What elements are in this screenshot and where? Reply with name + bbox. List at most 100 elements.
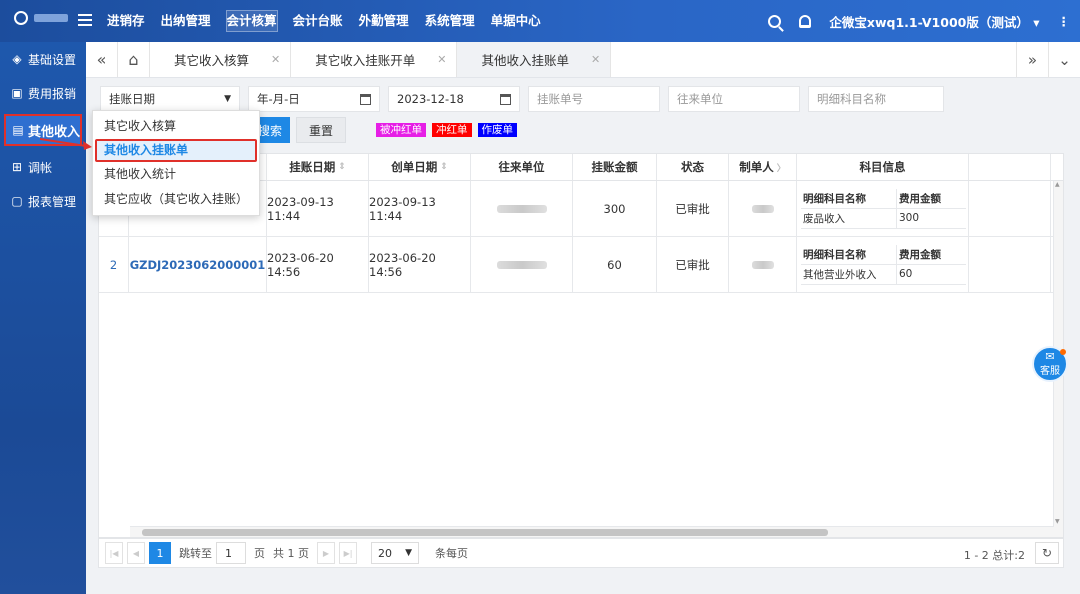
- nav-item-active[interactable]: 会计核算: [224, 0, 280, 42]
- double-chevron-right-icon[interactable]: »: [1016, 42, 1048, 78]
- doc-no-input[interactable]: 挂账单号: [528, 86, 660, 112]
- scroll-thumb[interactable]: [142, 529, 828, 536]
- tab-other-income-posting-list[interactable]: 其他收入挂账单 ✕: [457, 42, 612, 77]
- annotation-arrow-icon: [40, 138, 92, 150]
- header-amount: 挂账金额: [573, 154, 657, 180]
- total-pages: 共 1 页: [273, 547, 309, 560]
- sidebar-item-label: 其他收入: [27, 124, 80, 140]
- fee-amount: 60: [899, 268, 913, 280]
- income-icon: ▤: [12, 123, 24, 137]
- start-date-input[interactable]: 年-月-日: [248, 86, 380, 112]
- amount: 60: [573, 237, 657, 292]
- more-vertical-icon[interactable]: ⋮: [1058, 14, 1071, 29]
- nav-item[interactable]: 出纳管理: [158, 0, 214, 42]
- jump-label: 跳转至: [179, 547, 212, 560]
- jump-page-input[interactable]: 1: [216, 542, 246, 564]
- current-page[interactable]: 1: [149, 542, 171, 564]
- legend-red-offset: 冲红单: [432, 123, 472, 137]
- chevron-down-icon[interactable]: ⌄: [1048, 42, 1080, 78]
- sort-icon[interactable]: ⇕: [338, 162, 346, 172]
- notification-dot: [1060, 349, 1066, 355]
- double-chevron-left-icon[interactable]: «: [86, 42, 118, 77]
- page-size-select[interactable]: 20 ▼: [371, 542, 419, 564]
- doc-no-placeholder: 挂账单号: [537, 92, 583, 106]
- status-legend: 被冲红单 冲红单 作废单: [376, 123, 517, 137]
- table-row[interactable]: 2 GZDJ2023062000001 2023-06-20 14:56 202…: [99, 237, 1063, 293]
- dropdown-item[interactable]: 其他收入统计: [93, 162, 259, 187]
- adjust-icon: ⊞: [11, 160, 23, 174]
- nav-item[interactable]: 外勤管理: [356, 0, 412, 42]
- close-icon[interactable]: ✕: [271, 53, 280, 66]
- last-page-icon[interactable]: ▶|: [339, 542, 357, 564]
- reset-button[interactable]: 重置: [296, 117, 346, 143]
- sub-header-fee: 费用金额: [899, 248, 941, 261]
- header-partner: 往来单位: [471, 154, 573, 180]
- nav-item[interactable]: 系统管理: [422, 0, 478, 42]
- subject-info: 明细科目名称 费用金额 废品收入 300: [797, 181, 969, 236]
- bell-icon[interactable]: [799, 14, 812, 28]
- nav-item[interactable]: 单据中心: [488, 0, 544, 42]
- customer-service-button[interactable]: ✉ 客服: [1032, 346, 1068, 382]
- empty-cell: [969, 237, 1051, 292]
- sub-header-subject: 明细科目名称: [801, 244, 897, 264]
- close-icon[interactable]: ✕: [437, 53, 446, 66]
- tab-other-income-accounting[interactable]: 其它收入核算 ✕: [150, 42, 292, 77]
- end-date-input[interactable]: 2023-12-18: [388, 86, 520, 112]
- calendar-icon[interactable]: [500, 93, 511, 105]
- nav-item[interactable]: 进销存: [104, 0, 148, 42]
- home-icon[interactable]: ⌂: [118, 42, 150, 77]
- date-type-select[interactable]: 挂账日期 ▼: [100, 86, 240, 112]
- sort-icon[interactable]: ⇕: [440, 162, 448, 172]
- chevron-right-icon[interactable]: 〉: [777, 161, 786, 174]
- dropdown-item[interactable]: 其它收入核算: [93, 114, 259, 139]
- horizontal-scrollbar[interactable]: [130, 526, 1054, 537]
- subject-name: 其他营业外收入: [801, 264, 897, 284]
- header-cell: [969, 154, 1051, 180]
- prev-page-icon[interactable]: ◀: [127, 542, 145, 564]
- doc-no-link[interactable]: GZDJ2023062000001: [129, 237, 267, 292]
- nav-item[interactable]: 会计台账: [290, 0, 346, 42]
- other-income-dropdown: 其它收入核算 其他收入挂账单 其他收入统计 其它应收（其它收入挂账）: [92, 110, 260, 216]
- dropdown-item-active[interactable]: 其他收入挂账单: [95, 139, 257, 162]
- chevron-down-icon: ▾: [1033, 14, 1040, 30]
- tab-bar: « ⌂ 其它收入核算 ✕ 其它收入挂账开单 ✕ 其他收入挂账单 ✕ » ⌄: [86, 42, 1080, 78]
- creator-redacted: [729, 237, 797, 292]
- fee-amount: 300: [899, 212, 920, 224]
- close-icon[interactable]: ✕: [591, 53, 600, 66]
- row-index: 2: [99, 237, 129, 292]
- header-post-date[interactable]: 挂账日期 ⇕: [267, 154, 369, 180]
- first-page-icon[interactable]: |◀: [105, 542, 123, 564]
- date-type-value: 挂账日期: [109, 92, 155, 106]
- sidebar-item-adjust[interactable]: ⊞ 调帐: [0, 150, 86, 184]
- tab-label: 其它收入挂账开单: [315, 53, 416, 68]
- calendar-icon[interactable]: [360, 93, 371, 105]
- next-page-icon[interactable]: ▶: [317, 542, 335, 564]
- legend-reversed: 被冲红单: [376, 123, 426, 137]
- menu-toggle-icon[interactable]: [78, 14, 92, 26]
- subject-input[interactable]: 明细科目名称: [808, 86, 944, 112]
- layers-icon: ◈: [12, 52, 22, 66]
- partner-redacted: [471, 181, 573, 236]
- dropdown-item[interactable]: 其它应收（其它收入挂账）: [93, 187, 259, 212]
- sidebar-item-label: 基础设置: [28, 52, 77, 67]
- create-date: 2023-09-13 11:44: [369, 181, 471, 236]
- header-status: 状态: [657, 154, 729, 180]
- sidebar-item-expense[interactable]: ▣ 费用报销: [0, 76, 86, 110]
- sidebar-item-basic-settings[interactable]: ◈ 基础设置: [0, 42, 86, 76]
- sidebar-item-reports[interactable]: ▢ 报表管理: [0, 184, 86, 218]
- company-selector[interactable]: 企微宝xwq1.1-V1000版（测试） ▾: [829, 12, 1039, 31]
- search-icon[interactable]: [768, 14, 782, 28]
- header-create-date[interactable]: 创单日期 ⇕: [369, 154, 471, 180]
- refresh-icon[interactable]: ↻: [1035, 542, 1059, 564]
- sidebar: ◈ 基础设置 ▣ 费用报销 ▤ 其他收入 ⊞ 调帐 ▢ 报表管理: [0, 42, 86, 594]
- tab-other-income-posting-create[interactable]: 其它收入挂账开单 ✕: [291, 42, 458, 77]
- post-date: 2023-09-13 11:44: [267, 181, 369, 236]
- company-name: 企微宝xwq1.1-V1000版（测试）: [829, 14, 1029, 30]
- caret-down-icon: ▼: [405, 548, 412, 558]
- filter-bar: 挂账日期 ▼ 年-月-日 2023-12-18 挂账单号 往来单位 明细科目名称: [100, 86, 944, 112]
- report-icon: ▢: [11, 194, 23, 208]
- sidebar-item-label: 调帐: [28, 160, 53, 175]
- tab-label: 其他收入挂账单: [481, 53, 569, 68]
- partner-input[interactable]: 往来单位: [668, 86, 800, 112]
- user-menu[interactable]: [14, 11, 68, 25]
